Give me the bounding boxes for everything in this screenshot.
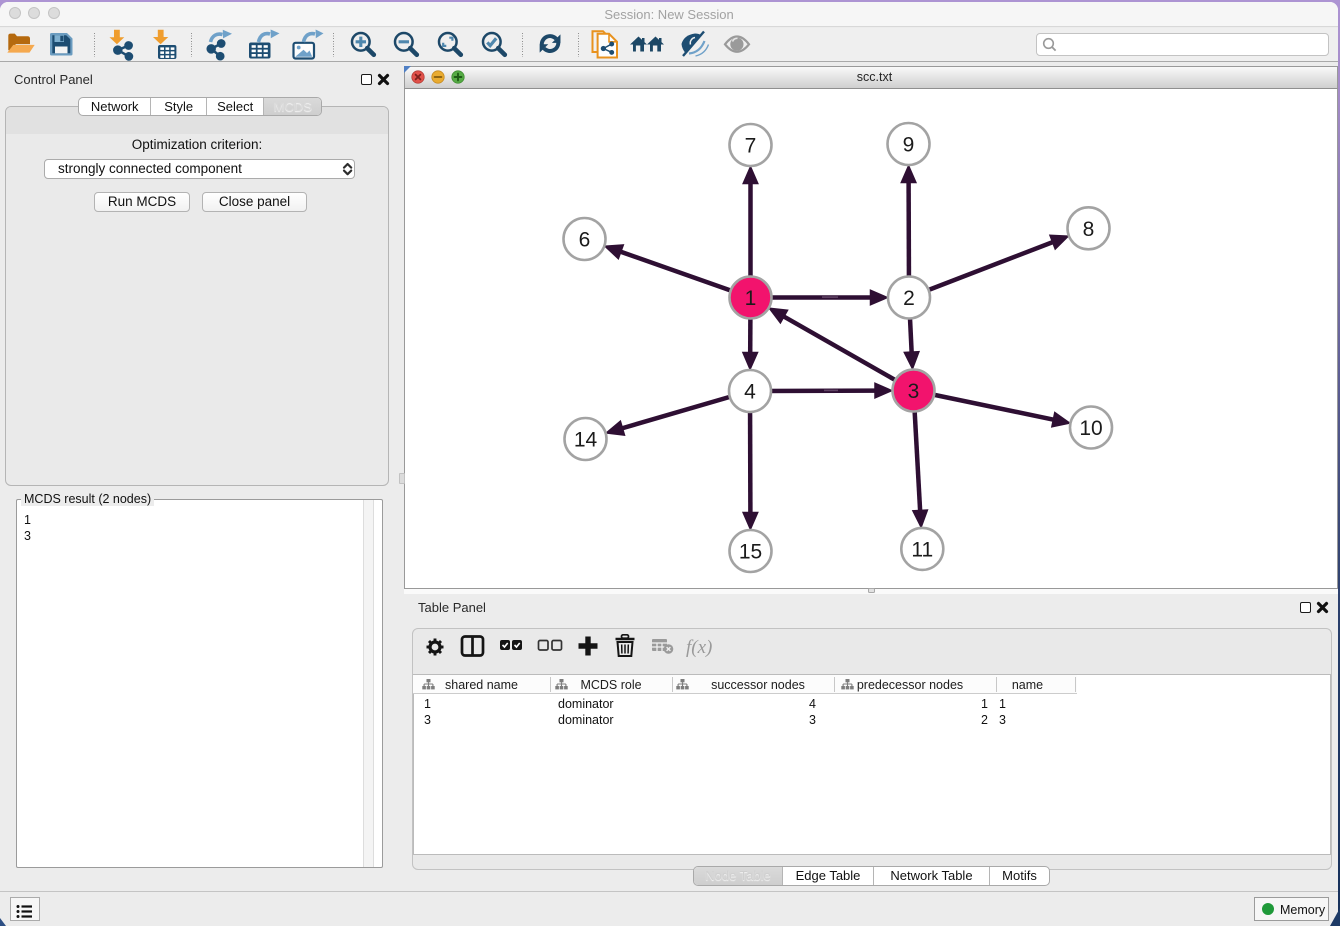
svg-text:11: 11 [911, 539, 933, 562]
svg-text:2: 2 [903, 287, 915, 310]
svg-text:3: 3 [908, 380, 920, 403]
svg-text:9: 9 [903, 134, 915, 157]
svg-text:7: 7 [745, 135, 757, 158]
svg-text:1: 1 [745, 287, 757, 310]
svg-text:6: 6 [579, 229, 591, 252]
svg-text:f(x): f(x) [686, 637, 712, 658]
svg-text:15: 15 [739, 541, 762, 564]
svg-text:14: 14 [574, 429, 598, 452]
svg-text:10: 10 [1079, 417, 1102, 440]
svg-text:4: 4 [744, 381, 756, 404]
svg-text:8: 8 [1083, 218, 1095, 241]
